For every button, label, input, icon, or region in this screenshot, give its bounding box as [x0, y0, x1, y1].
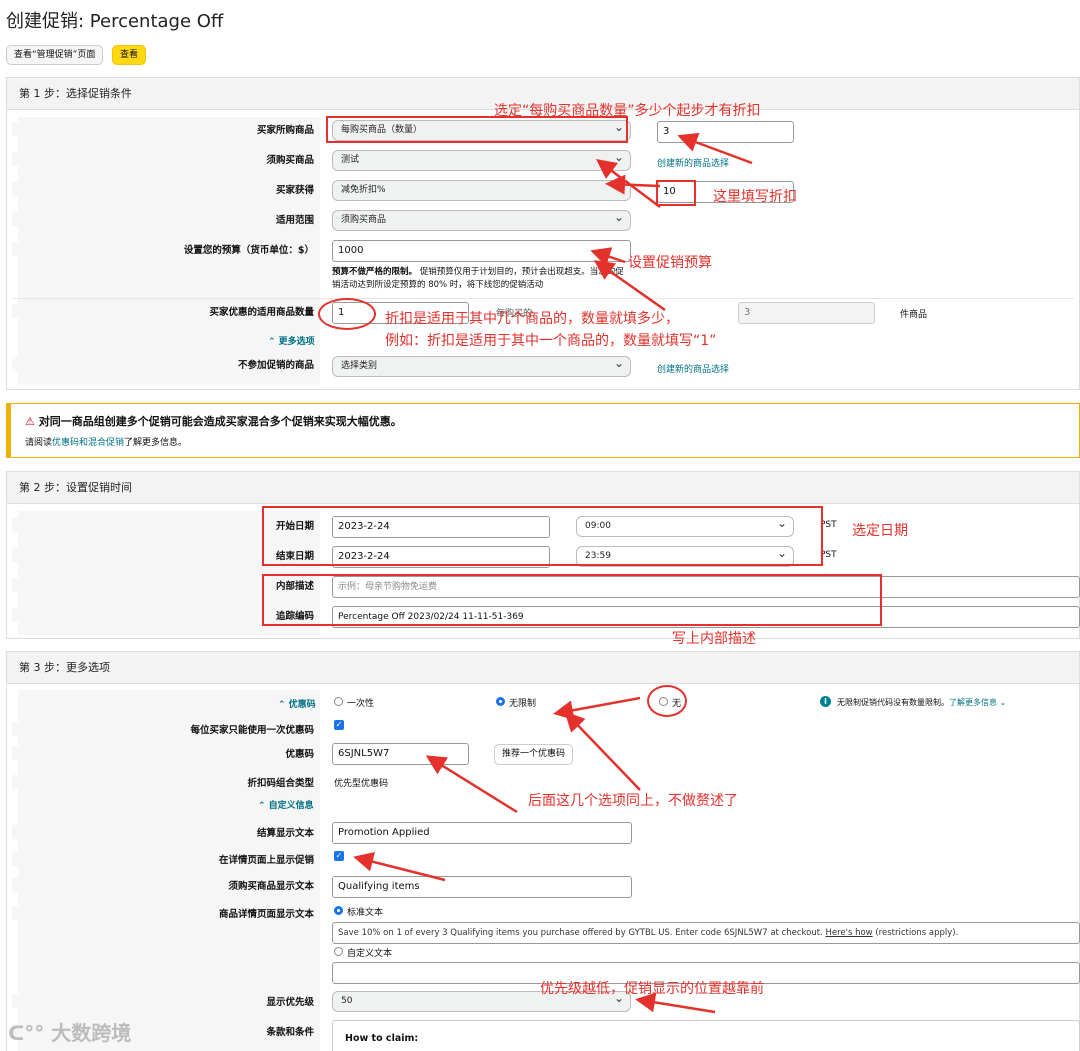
create-selection-link[interactable]: 创建新的商品选择	[657, 156, 729, 169]
priority-label: 显示优先级	[12, 994, 314, 1008]
radio-once-label: 一次性	[347, 699, 375, 709]
radio-standard-text[interactable]	[334, 906, 343, 915]
watermark-text: 大数跨境	[51, 1021, 132, 1045]
budget-label: 设置您的预算（货币单位：$）	[12, 242, 314, 256]
standard-text-field: Save 10% on 1 of every 3 Qualifying item…	[332, 922, 1080, 944]
watermark: ᑕ°° 大数跨境	[8, 1017, 131, 1046]
standard-text-label: 标准文本	[347, 908, 384, 918]
warning-box: ⚠ 对同一商品组创建多个促销可能会造成买家混合多个促销来实现大幅优惠。 请阅读优…	[6, 403, 1080, 458]
purchased-items-select[interactable]: 测试	[332, 148, 631, 171]
suggest-code-button[interactable]: 推荐一个优惠码	[494, 744, 574, 765]
buyer-gets-select[interactable]: 减免折扣%	[332, 178, 631, 201]
highlight-box-dates	[262, 506, 823, 566]
excluded-select[interactable]: 选择类别	[332, 354, 631, 377]
radio-unlimited-label: 无限制	[509, 699, 537, 709]
annotation-discount: 这里填写折扣	[713, 189, 797, 205]
code-label: 优惠码	[12, 746, 314, 760]
warning-icon: ⚠	[25, 415, 35, 428]
show-detail-checkbox[interactable]: ✓	[334, 851, 344, 861]
highlight-box-purchase	[326, 116, 628, 143]
custom-text-label: 自定义文本	[347, 949, 393, 959]
radio-once[interactable]	[334, 697, 343, 706]
view-manage-button[interactable]: 查看“管理促销”页面	[6, 45, 104, 65]
warning-title-text: 对同一商品组创建多个促销可能会造成买家混合多个促销来实现大幅优惠。	[38, 415, 402, 428]
combo-value: 优先型优惠码	[334, 779, 389, 789]
annotation-qty-1: 折扣是适用于其中几个商品的，数量就填多少，	[385, 311, 679, 327]
annotation-budget: 设置促销预算	[628, 255, 712, 271]
standard-text-link[interactable]: Here's how	[825, 928, 872, 938]
code-input[interactable]: 6SJNL5W7	[332, 743, 469, 765]
qty-unit: 件商品	[900, 310, 928, 320]
radio-custom-text[interactable]	[334, 947, 343, 956]
terms-heading: How to claim:	[345, 1033, 419, 1044]
annotation-qty-2: 例如：折扣是适用于其中一个商品的，数量就填写“1”	[385, 333, 717, 349]
combo-label: 折扣码组合类型	[12, 775, 314, 789]
standard-text-tail: (restrictions apply).	[875, 928, 959, 938]
purchased-display-label: 须购买商品显示文本	[12, 878, 314, 892]
buyer-gets-label: 买家获得	[12, 182, 314, 196]
coupon-toggle[interactable]: ⌃ 优惠码	[278, 697, 316, 710]
info-icon: i	[820, 696, 831, 707]
divider	[12, 298, 1074, 299]
standard-text-main: Save 10% on 1 of every 3 Qualifying item…	[338, 928, 823, 938]
highlight-box-description	[262, 574, 882, 626]
buyer-purchases-qty-input[interactable]: 3	[657, 121, 794, 143]
more-options-toggle[interactable]: ⌃ 更多选项	[268, 334, 315, 347]
annotation-purchase: 选定“每购买商品数量”多少个起步才有折扣	[494, 103, 761, 119]
once-per-buyer-checkbox[interactable]: ✓	[334, 720, 344, 730]
step2-title: 第 2 步：设置促销时间	[7, 472, 1079, 504]
checkout-input[interactable]: Promotion Applied	[332, 822, 632, 844]
purchased-items-label: 须购买商品	[12, 152, 314, 166]
annotation-options: 后面这几个选项同上，不做赘述了	[528, 793, 738, 809]
warning-prefix: 请阅读	[25, 438, 53, 448]
info-text-body: 无限制促销代码没有数量限制。	[837, 698, 949, 707]
excluded-label: 不参加促销的商品	[12, 357, 314, 371]
info-link[interactable]: 了解更多信息 ⌄	[949, 698, 1006, 707]
detail-text-label: 商品详情页面显示文本	[12, 906, 314, 920]
step3-title: 第 3 步：更多选项	[7, 652, 1079, 684]
warning-link[interactable]: 优惠码和混合促销	[52, 438, 124, 448]
page-title: 创建促销: Percentage Off	[6, 11, 224, 32]
custom-info-toggle[interactable]: ⌃ 自定义信息	[258, 798, 314, 811]
warning-body: 请阅读优惠码和混合促销了解更多信息。	[25, 435, 187, 448]
annotation-dates: 选定日期	[852, 523, 908, 539]
excluded-create-link[interactable]: 创建新的商品选择	[657, 362, 729, 375]
highlight-box-discount	[656, 180, 696, 206]
show-detail-label: 在详情页面上显示促销	[12, 852, 314, 866]
buyer-purchases-label: 买家所购商品	[12, 122, 314, 136]
purchased-display-input[interactable]: Qualifying items	[332, 876, 632, 898]
checkout-label: 结算显示文本	[12, 825, 314, 839]
applies-to-label: 适用范围	[12, 212, 314, 226]
qty-right-input: 3	[738, 302, 875, 324]
annotation-priority: 优先级越低，促销显示的位置越靠前	[540, 981, 764, 997]
warning-suffix: 了解更多信息。	[124, 438, 188, 448]
terms-box[interactable]: How to claim:	[332, 1020, 1080, 1051]
warning-title: ⚠ 对同一商品组创建多个促销可能会造成买家混合多个促销来实现大幅优惠。	[25, 413, 402, 429]
budget-input[interactable]: 1000	[332, 240, 631, 262]
highlight-circle-qty	[318, 298, 376, 330]
radio-unlimited[interactable]	[496, 697, 505, 706]
info-text: 无限制促销代码没有数量限制。了解更多信息 ⌄	[837, 697, 1006, 708]
page: 创建促销: Percentage Off 查看“管理促销”页面 查看 第 1 步…	[0, 0, 1080, 1051]
applies-to-select[interactable]: 须购买商品	[332, 208, 631, 231]
once-per-buyer-label: 每位买家只能使用一次优惠码	[12, 722, 314, 736]
budget-note: 预算不做严格的限制。 促销预算仅用于计划目的，预计会出现超支。当您的促销活动达到…	[332, 266, 632, 292]
view-button[interactable]: 查看	[112, 45, 147, 65]
watermark-logo-icon: ᑕ°°	[8, 1021, 45, 1045]
highlight-circle-none	[647, 685, 687, 717]
annotation-description: 写上内部描述	[672, 631, 756, 647]
budget-note-bold: 预算不做严格的限制。	[332, 267, 418, 277]
qty-label: 买家优惠的适用商品数量	[12, 304, 314, 318]
